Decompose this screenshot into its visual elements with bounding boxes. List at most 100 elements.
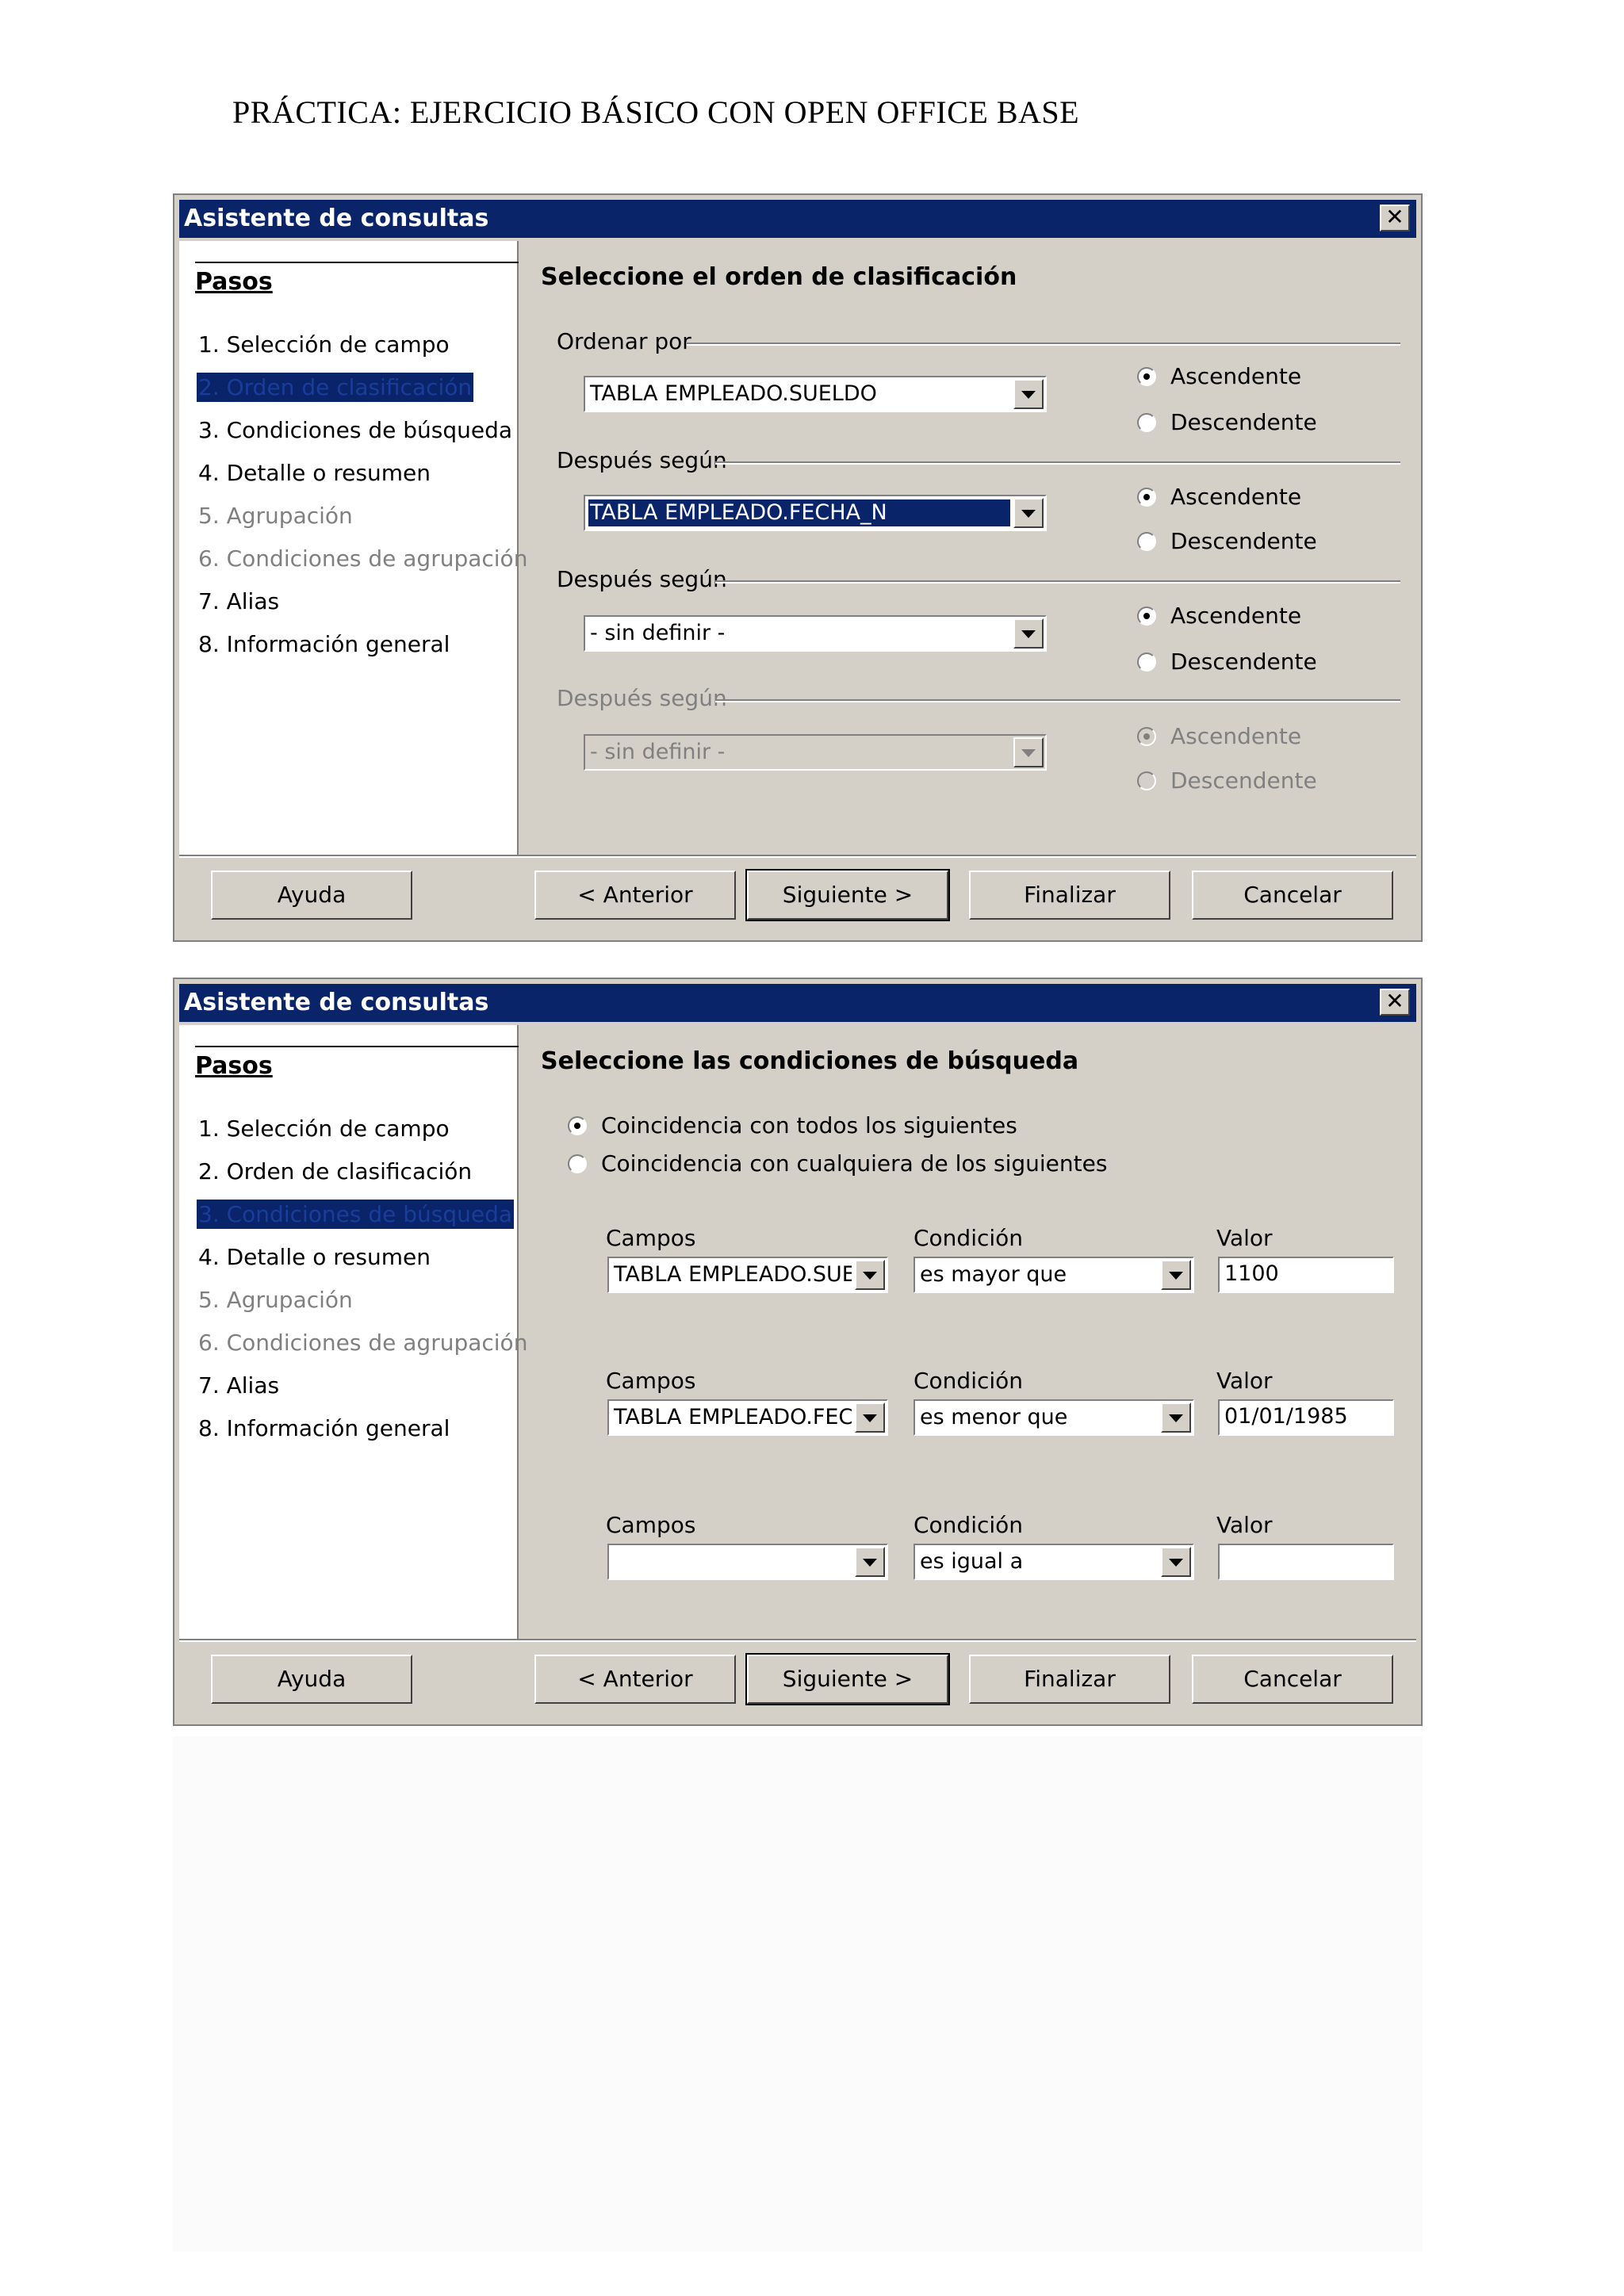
window-titlebar[interactable]: Asistente de consultas ✕ (179, 200, 1416, 238)
sort-by-field-select[interactable]: TABLA EMPLEADO.SUELDO (584, 376, 1047, 412)
chevron-down-icon[interactable] (855, 1547, 885, 1577)
value-label-3: Valor (1216, 1512, 1273, 1538)
window-title: Asistente de consultas (184, 205, 489, 232)
condition-field-select-2[interactable]: TABLA EMPLEADO.FECH (607, 1399, 888, 1436)
selected-value: - sin definir - (590, 621, 726, 645)
sort-by-label: Ordenar por (557, 328, 691, 354)
window-titlebar[interactable]: Asistente de consultas ✕ (179, 984, 1416, 1022)
chevron-down-icon[interactable] (1161, 1547, 1191, 1577)
step-aliases[interactable]: 7. Alias (197, 587, 281, 616)
then-by-ascending-radio-1[interactable]: Ascendente (1137, 484, 1301, 510)
radio-label: Coincidencia con cualquiera de los sigui… (601, 1150, 1108, 1177)
radio-label: Descendente (1170, 409, 1317, 435)
selected-value: TABLA EMPLEADO.SUELDO (590, 381, 877, 406)
step-field-selection[interactable]: 1. Selección de campo (197, 330, 451, 359)
condition-operator-select-2[interactable]: es menor que (914, 1399, 1194, 1436)
selected-value (612, 1548, 852, 1575)
step-aliases[interactable]: 7. Alias (197, 1371, 281, 1400)
then-by-label-3: Después según (557, 685, 727, 711)
then-by-descending-radio-1[interactable]: Descendente (1137, 528, 1317, 554)
close-icon[interactable]: ✕ (1380, 989, 1410, 1016)
radio-label: Descendente (1170, 649, 1317, 675)
condition-label-1: Condición (914, 1225, 1024, 1251)
selected-value: - sin definir - (590, 740, 726, 764)
radio-empty-icon (1137, 531, 1156, 551)
step-search-conditions[interactable]: 3. Condiciones de búsqueda (197, 415, 514, 445)
selected-value: TABLA EMPLEADO.SUELI (614, 1262, 852, 1287)
condition-operator-select-1[interactable]: es mayor que (914, 1257, 1194, 1293)
chevron-down-icon[interactable] (1013, 498, 1044, 528)
value-label-2: Valor (1216, 1368, 1273, 1394)
condition-value-input-1[interactable]: 1100 (1218, 1257, 1394, 1293)
steps-heading: Pasos (195, 262, 519, 296)
radio-label: Ascendente (1170, 603, 1302, 629)
help-button[interactable]: Ayuda (211, 1655, 412, 1704)
back-button[interactable]: < Anterior (534, 871, 736, 920)
close-icon[interactable]: ✕ (1380, 205, 1410, 232)
finish-button[interactable]: Finalizar (969, 871, 1170, 920)
radio-selected-icon (1137, 366, 1156, 386)
chevron-down-icon[interactable] (855, 1402, 885, 1433)
match-all-radio[interactable]: Coincidencia con todos los siguientes (568, 1112, 1017, 1138)
chevron-down-icon[interactable] (1161, 1402, 1191, 1433)
chevron-down-icon[interactable] (1161, 1260, 1191, 1290)
sort-by-descending-radio[interactable]: Descendente (1137, 409, 1317, 435)
step-field-selection[interactable]: 1. Selección de campo (197, 1114, 451, 1143)
step-overview[interactable]: 8. Información general (197, 629, 451, 659)
radio-label: Descendente (1170, 528, 1317, 554)
then-by-descending-radio-3: Descendente (1137, 767, 1317, 794)
steps-pane: Pasos 1. Selección de campo 2. Orden de … (179, 241, 527, 855)
selected-value: es mayor que (920, 1262, 1067, 1287)
condition-operator-select-3[interactable]: es igual a (914, 1544, 1194, 1580)
steps-pane: Pasos 1. Selección de campo 2. Orden de … (179, 1025, 527, 1639)
page-blank-area (173, 1736, 1423, 2252)
query-wizard-dialog-sort: Asistente de consultas ✕ Pasos 1. Selecc… (173, 193, 1423, 942)
step-grouping: 5. Agrupación (198, 503, 353, 529)
chevron-down-icon[interactable] (1013, 379, 1044, 409)
then-by-label-2: Después según (557, 566, 727, 592)
chevron-down-icon (1013, 737, 1044, 767)
radio-selected-icon (568, 1115, 587, 1135)
page-title: Seleccione las condiciones de búsqueda (541, 1047, 1079, 1075)
radio-label: Ascendente (1170, 484, 1302, 510)
chevron-down-icon[interactable] (855, 1260, 885, 1290)
chevron-down-icon[interactable] (1013, 618, 1044, 649)
radio-label: Coincidencia con todos los siguientes (601, 1112, 1017, 1138)
step-grouping-conditions: 6. Condiciones de agrupación (198, 1330, 528, 1356)
radio-empty-icon (1137, 771, 1156, 790)
fields-label-1: Campos (606, 1225, 696, 1251)
then-by-field-select-2[interactable]: - sin definir - (584, 615, 1047, 652)
step-overview[interactable]: 8. Información general (197, 1414, 451, 1443)
help-button[interactable]: Ayuda (211, 871, 412, 920)
step-grouping-conditions: 6. Condiciones de agrupación (198, 545, 528, 572)
match-any-radio[interactable]: Coincidencia con cualquiera de los sigui… (568, 1150, 1107, 1177)
next-button[interactable]: Siguiente > (745, 869, 950, 921)
page-title: Seleccione el orden de clasificación (541, 263, 1017, 291)
step-sort-order[interactable]: 2. Orden de clasificación (197, 373, 474, 402)
then-by-field-select-1[interactable]: TABLA EMPLEADO.FECHA_N (584, 495, 1047, 531)
next-button[interactable]: Siguiente > (745, 1653, 950, 1705)
then-by-descending-radio-2[interactable]: Descendente (1137, 649, 1317, 675)
finish-button[interactable]: Finalizar (969, 1655, 1170, 1704)
sort-by-ascending-radio[interactable]: Ascendente (1137, 363, 1301, 389)
radio-empty-icon (1137, 652, 1156, 672)
radio-empty-icon (1137, 412, 1156, 432)
cancel-button[interactable]: Cancelar (1192, 871, 1393, 920)
condition-field-select-1[interactable]: TABLA EMPLEADO.SUELI (607, 1257, 888, 1293)
condition-field-select-3[interactable] (607, 1544, 888, 1580)
step-grouping: 5. Agrupación (198, 1287, 353, 1313)
radio-label: Ascendente (1170, 723, 1302, 749)
then-by-ascending-radio-2[interactable]: Ascendente (1137, 603, 1301, 629)
condition-value-input-2[interactable]: 01/01/1985 (1218, 1399, 1394, 1436)
selected-value: es igual a (920, 1549, 1024, 1574)
step-detail-summary[interactable]: 4. Detalle o resumen (197, 458, 432, 488)
radio-selected-icon (1137, 487, 1156, 507)
step-sort-order[interactable]: 2. Orden de clasificación (197, 1157, 473, 1186)
condition-value-input-3[interactable] (1218, 1544, 1394, 1580)
step-search-conditions[interactable]: 3. Condiciones de búsqueda (197, 1200, 515, 1229)
steps-heading: Pasos (195, 1046, 519, 1080)
back-button[interactable]: < Anterior (534, 1655, 736, 1704)
selected-value: es menor que (920, 1405, 1068, 1429)
cancel-button[interactable]: Cancelar (1192, 1655, 1393, 1704)
step-detail-summary[interactable]: 4. Detalle o resumen (197, 1242, 432, 1272)
